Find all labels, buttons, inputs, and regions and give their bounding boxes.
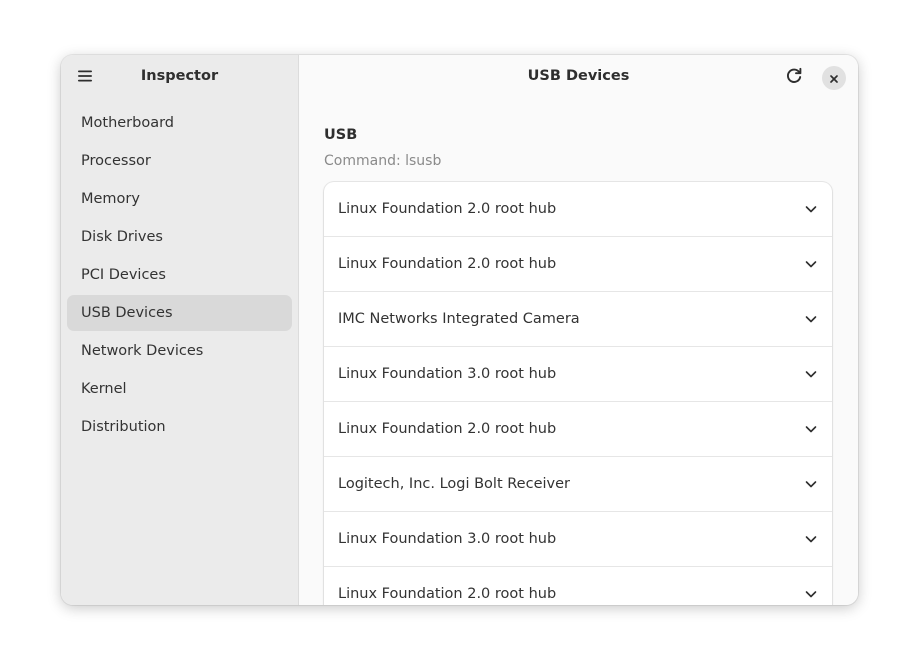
device-label: Logitech, Inc. Logi Bolt Receiver	[338, 476, 570, 492]
sidebar-item-pci-devices[interactable]: PCI Devices	[67, 257, 292, 293]
close-icon	[829, 69, 839, 88]
device-row[interactable]: IMC Networks Integrated Camera	[324, 292, 832, 347]
content-area: USB Command: lsusb Linux Foundation 2.0 …	[324, 125, 832, 605]
device-row[interactable]: Linux Foundation 2.0 root hub	[324, 237, 832, 292]
sidebar-item-motherboard[interactable]: Motherboard	[67, 105, 292, 141]
chevron-down-icon	[804, 202, 818, 216]
device-row[interactable]: Linux Foundation 2.0 root hub	[324, 567, 832, 605]
sidebar-item-distribution[interactable]: Distribution	[67, 409, 292, 445]
chevron-down-icon	[804, 367, 818, 381]
device-label: Linux Foundation 2.0 root hub	[338, 586, 557, 602]
device-label: Linux Foundation 3.0 root hub	[338, 531, 557, 547]
main-pane: USB Devices USB Command: lsusb Linux Fou…	[299, 55, 858, 605]
sidebar-header: Inspector	[61, 55, 298, 101]
sidebar-nav: Motherboard Processor Memory Disk Drives…	[61, 105, 298, 447]
sidebar: Inspector Motherboard Processor Memory D…	[61, 55, 299, 605]
device-label: Linux Foundation 2.0 root hub	[338, 201, 557, 217]
section-title: USB	[324, 127, 358, 143]
sidebar-item-disk-drives[interactable]: Disk Drives	[67, 219, 292, 255]
device-row[interactable]: Linux Foundation 3.0 root hub	[324, 512, 832, 567]
chevron-down-icon	[804, 477, 818, 491]
device-label: Linux Foundation 2.0 root hub	[338, 421, 557, 437]
sidebar-item-network-devices[interactable]: Network Devices	[67, 333, 292, 369]
chevron-down-icon	[804, 532, 818, 546]
chevron-down-icon	[804, 587, 818, 601]
sidebar-item-kernel[interactable]: Kernel	[67, 371, 292, 407]
command-label: Command: lsusb	[324, 153, 442, 169]
refresh-button[interactable]	[782, 66, 806, 90]
device-row[interactable]: Linux Foundation 2.0 root hub	[324, 182, 832, 237]
page-title: USB Devices	[527, 68, 630, 84]
device-row[interactable]: Linux Foundation 2.0 root hub	[324, 402, 832, 457]
chevron-down-icon	[804, 422, 818, 436]
device-row[interactable]: Linux Foundation 3.0 root hub	[324, 347, 832, 402]
close-button[interactable]	[822, 66, 846, 90]
sidebar-item-processor[interactable]: Processor	[67, 143, 292, 179]
device-row[interactable]: Logitech, Inc. Logi Bolt Receiver	[324, 457, 832, 512]
device-label: Linux Foundation 2.0 root hub	[338, 256, 557, 272]
device-label: IMC Networks Integrated Camera	[338, 311, 580, 327]
usb-device-list: Linux Foundation 2.0 root hub Linux Foun…	[324, 182, 832, 605]
inspector-window: Inspector Motherboard Processor Memory D…	[61, 55, 858, 605]
sidebar-item-memory[interactable]: Memory	[67, 181, 292, 217]
sidebar-title: Inspector	[140, 68, 219, 84]
refresh-icon	[785, 67, 803, 89]
chevron-down-icon	[804, 257, 818, 271]
sidebar-item-usb-devices[interactable]: USB Devices	[67, 295, 292, 331]
main-header: USB Devices	[299, 55, 858, 101]
chevron-down-icon	[804, 312, 818, 326]
device-label: Linux Foundation 3.0 root hub	[338, 366, 557, 382]
